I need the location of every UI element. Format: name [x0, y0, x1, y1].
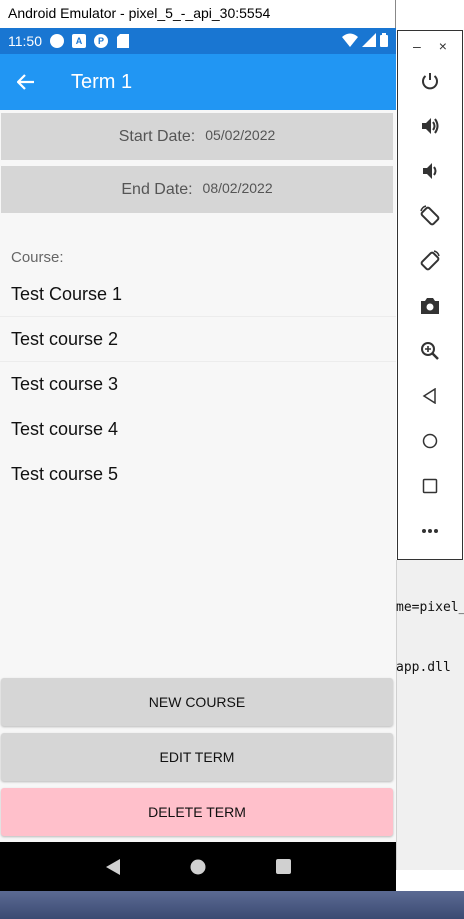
volume-up-icon[interactable] — [398, 110, 462, 142]
power-icon[interactable] — [398, 65, 462, 97]
end-date-field[interactable]: End Date: 08/02/2022 — [1, 166, 393, 213]
rotate-right-icon[interactable] — [398, 245, 462, 277]
start-date-field[interactable]: Start Date: 05/02/2022 — [1, 113, 393, 160]
circle-icon — [50, 34, 64, 48]
console-line-2: app.dll — [396, 660, 451, 675]
start-date-value: 05/02/2022 — [205, 126, 276, 143]
rotate-left-icon[interactable] — [398, 200, 462, 232]
status-time: 11:50 — [8, 33, 42, 49]
list-item[interactable]: Test course 5 — [0, 452, 396, 497]
zoom-icon[interactable] — [398, 335, 462, 367]
overview-icon[interactable] — [398, 470, 462, 502]
camera-icon[interactable] — [398, 290, 462, 322]
emulator-window: Android Emulator - pixel_5_-_api_30:5554… — [0, 0, 396, 891]
navigation-bar — [0, 842, 396, 891]
page-title: Term 1 — [71, 70, 133, 93]
end-date-value: 08/02/2022 — [202, 179, 273, 196]
app-bar: Term 1 — [0, 54, 396, 110]
end-date-label: End Date: — [121, 180, 193, 198]
battery-icon — [380, 32, 388, 50]
back-triangle-icon[interactable] — [103, 857, 123, 877]
window-title: Android Emulator - pixel_5_-_api_30:5554 — [0, 0, 395, 28]
emulator-toolbar: – × — [397, 30, 463, 560]
list-item[interactable]: Test Course 1 — [0, 272, 396, 317]
a-icon: A — [72, 34, 86, 48]
list-item[interactable]: Test course 2 — [0, 317, 396, 362]
list-item[interactable]: Test course 4 — [0, 407, 396, 452]
volume-down-icon[interactable] — [398, 155, 462, 187]
delete-term-button[interactable]: DELETE TERM — [1, 788, 393, 836]
wifi-icon — [342, 33, 358, 50]
home-circle-icon[interactable] — [188, 857, 208, 877]
recents-square-icon[interactable] — [273, 857, 293, 877]
back-icon[interactable] — [398, 380, 462, 412]
signal-icon — [362, 32, 376, 50]
course-list: Test Course 1 Test course 2 Test course … — [0, 272, 396, 497]
list-item[interactable]: Test course 3 — [0, 362, 396, 407]
home-icon[interactable] — [398, 425, 462, 457]
console-line-1: me=pixel_ — [396, 600, 464, 615]
edit-term-button[interactable]: EDIT TERM — [1, 733, 393, 781]
more-icon[interactable] — [398, 515, 462, 547]
close-button[interactable]: × — [439, 38, 447, 54]
term-content: Start Date: 05/02/2022 End Date: 08/02/2… — [0, 110, 396, 842]
taskbar — [0, 891, 464, 919]
toolbar-header: – × — [398, 31, 462, 61]
minimize-button[interactable]: – — [413, 38, 421, 54]
arrow-back-icon[interactable] — [0, 54, 52, 110]
status-bar: 11:50 A P — [0, 28, 396, 54]
p-icon: P — [94, 34, 108, 48]
course-label: Course: — [11, 249, 64, 266]
new-course-button[interactable]: NEW COURSE — [1, 678, 393, 726]
start-date-label: Start Date: — [118, 127, 196, 145]
sd-card-icon — [116, 34, 130, 48]
